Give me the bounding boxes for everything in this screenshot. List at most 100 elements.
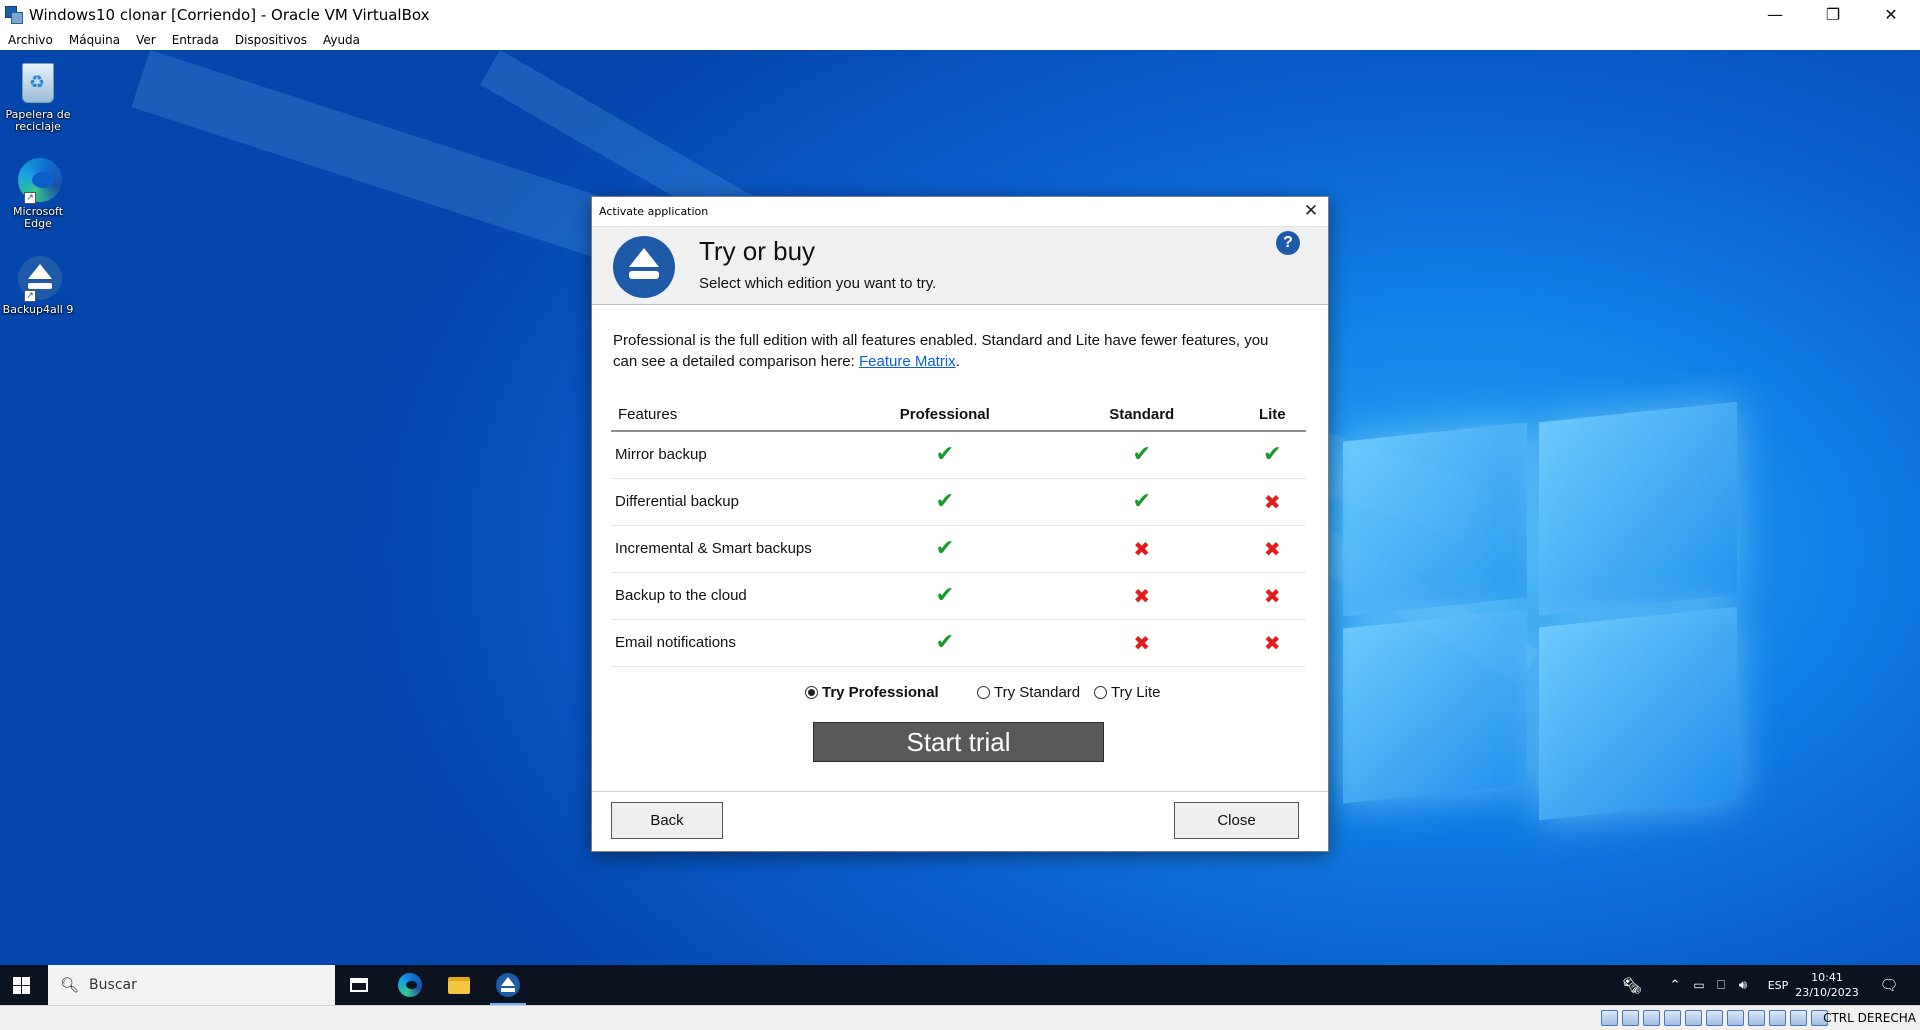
desktop-icon-label: Backup4all 9 bbox=[2, 303, 74, 316]
mouse-integration-icon[interactable] bbox=[1790, 1010, 1807, 1026]
display-icon[interactable] bbox=[1727, 1010, 1744, 1026]
table-row: Mirror backup ✔ ✔ ✔ bbox=[611, 431, 1306, 479]
search-placeholder: Buscar bbox=[89, 977, 137, 993]
features-table: Features Professional Standard Lite Mirr… bbox=[611, 398, 1306, 667]
check-icon: ✔ bbox=[1132, 489, 1151, 514]
start-windows-icon[interactable] bbox=[13, 977, 30, 994]
cell-lite: ✖ bbox=[1238, 572, 1306, 620]
minimize-icon[interactable]: — bbox=[1746, 0, 1804, 29]
table-row: Backup to the cloud ✔ ✖ ✖ bbox=[611, 572, 1306, 620]
hard-disk-icon[interactable] bbox=[1601, 1010, 1618, 1026]
cross-icon: ✖ bbox=[1133, 583, 1151, 608]
menu-entrada[interactable]: Entrada bbox=[172, 33, 219, 47]
clock-date: 23/10/2023 bbox=[1795, 986, 1859, 999]
file-explorer-icon[interactable] bbox=[435, 965, 483, 1005]
optical-drive-icon[interactable] bbox=[1622, 1010, 1639, 1026]
menu-archivo[interactable]: Archivo bbox=[8, 33, 53, 47]
cell-lite: ✖ bbox=[1238, 525, 1306, 573]
close-window-icon[interactable]: ✕ bbox=[1862, 0, 1920, 29]
menu-dispositivos[interactable]: Dispositivos bbox=[235, 33, 307, 47]
network-icon[interactable]: ⎕ bbox=[1712, 965, 1730, 1005]
network-adapter-icon[interactable] bbox=[1664, 1010, 1681, 1026]
desktop-icon-backup4all[interactable]: ↗ Backup4all 9 bbox=[1, 254, 75, 316]
volume-icon[interactable]: 🔊︎ bbox=[1733, 965, 1753, 1005]
cell-lite: ✔ bbox=[1238, 431, 1306, 479]
clock-time: 10:41 bbox=[1811, 971, 1843, 984]
restore-icon[interactable]: ❐ bbox=[1804, 0, 1862, 29]
language-text: ESP bbox=[1767, 978, 1789, 992]
window-controls: — ❐ ✕ bbox=[1746, 0, 1920, 29]
virtualbox-menubar: Archivo Máquina Ver Entrada Dispositivos… bbox=[0, 29, 1920, 50]
radio-empty-icon bbox=[977, 686, 990, 699]
cross-icon: ✖ bbox=[1263, 536, 1281, 561]
cell-professional: ✔ bbox=[844, 478, 1045, 526]
cell-lite: ✖ bbox=[1238, 478, 1306, 526]
audio-icon[interactable] bbox=[1643, 1010, 1660, 1026]
host-key-label: CTRL DERECHA bbox=[1823, 1011, 1916, 1025]
menu-maquina[interactable]: Máquina bbox=[69, 33, 120, 47]
desktop-icon-label: Papelera de reciclaje bbox=[5, 108, 71, 133]
cell-standard: ✔ bbox=[1044, 478, 1239, 526]
check-icon: ✔ bbox=[935, 583, 955, 608]
notifications-icon[interactable]: 🗨︎ bbox=[1874, 965, 1904, 1005]
feature-matrix-link[interactable]: Feature Matrix bbox=[859, 353, 956, 370]
language-indicator[interactable]: ESP bbox=[1764, 965, 1792, 1005]
virtualbox-statusbar: CTRL DERECHA bbox=[0, 1005, 1920, 1030]
backup4all-logo-icon bbox=[613, 236, 675, 298]
taskbar-search-box[interactable]: 🔍︎ Buscar bbox=[48, 965, 335, 1005]
search-icon: 🔍︎ bbox=[60, 976, 80, 994]
radio-label: Try Standard bbox=[994, 684, 1081, 701]
dialog-window-title: Activate application bbox=[599, 205, 709, 218]
edge-icon: ↗ bbox=[14, 156, 62, 204]
desktop-icon-recycle-bin[interactable]: Papelera de reciclaje bbox=[1, 59, 75, 133]
cell-standard: ✔ bbox=[1044, 431, 1239, 479]
taskbar-backup4all-icon[interactable] bbox=[484, 965, 532, 1005]
recording-icon[interactable] bbox=[1748, 1010, 1765, 1026]
task-view-icon[interactable] bbox=[335, 965, 383, 1005]
cross-icon: ✖ bbox=[1133, 630, 1151, 655]
taskbar-edge-icon[interactable] bbox=[386, 965, 434, 1005]
table-row: Email notifications ✔ ✖ ✖ bbox=[611, 619, 1306, 667]
news-widget-icon[interactable]: 🗞︎ bbox=[1618, 965, 1646, 1005]
feature-name: Email notifications bbox=[611, 619, 845, 667]
cross-icon: ✖ bbox=[1263, 583, 1281, 608]
start-trial-button[interactable]: Start trial bbox=[813, 722, 1104, 762]
menu-ayuda[interactable]: Ayuda bbox=[323, 33, 360, 47]
cross-icon: ✖ bbox=[1133, 536, 1151, 561]
feature-name: Backup to the cloud bbox=[611, 572, 845, 620]
cross-icon: ✖ bbox=[1263, 489, 1281, 514]
virtualbox-app-icon bbox=[3, 4, 25, 26]
radio-try-professional[interactable]: Try Professional bbox=[805, 684, 939, 701]
shortcut-arrow-icon: ↗ bbox=[24, 192, 36, 204]
radio-try-lite[interactable]: Try Lite bbox=[1094, 684, 1160, 701]
radio-try-standard[interactable]: Try Standard bbox=[977, 684, 1080, 701]
cell-lite: ✖ bbox=[1238, 619, 1306, 667]
header-standard: Standard bbox=[1044, 398, 1239, 432]
dialog-header: Try or buy Select which edition you want… bbox=[592, 226, 1328, 305]
cell-professional: ✔ bbox=[844, 619, 1045, 667]
dialog-close-icon[interactable]: ✕ bbox=[1300, 200, 1322, 222]
virtualbox-titlebar: Windows10 clonar [Corriendo] - Oracle VM… bbox=[0, 0, 1920, 29]
help-icon[interactable]: ? bbox=[1276, 231, 1300, 255]
radio-empty-icon bbox=[1094, 686, 1107, 699]
activate-application-dialog: Activate application ✕ Try or buy Select… bbox=[591, 196, 1329, 852]
cell-professional: ✔ bbox=[844, 572, 1045, 620]
system-clock[interactable]: 10:41 23/10/2023 bbox=[1792, 970, 1862, 1000]
shared-folders-icon[interactable] bbox=[1706, 1010, 1723, 1026]
back-button[interactable]: Back bbox=[611, 802, 723, 839]
chevron-up-icon[interactable]: ⌃ bbox=[1665, 965, 1685, 1005]
intro-text: Professional is the full edition with al… bbox=[613, 330, 1293, 372]
check-icon: ✔ bbox=[935, 442, 955, 468]
cpu-virtualization-icon[interactable] bbox=[1769, 1010, 1786, 1026]
menu-ver[interactable]: Ver bbox=[136, 33, 156, 47]
header-features: Features bbox=[611, 398, 845, 432]
feature-name: Mirror backup bbox=[611, 431, 845, 479]
usb-icon[interactable] bbox=[1685, 1010, 1702, 1026]
battery-icon[interactable]: ▭ bbox=[1690, 965, 1708, 1005]
check-icon: ✔ bbox=[935, 630, 955, 655]
check-icon: ✔ bbox=[935, 489, 955, 514]
close-button[interactable]: Close bbox=[1174, 802, 1299, 839]
desktop-icon-edge[interactable]: ↗ Microsoft Edge bbox=[1, 156, 75, 230]
dialog-titlebar: Activate application ✕ bbox=[592, 197, 1328, 226]
recycle-bin-icon bbox=[14, 59, 62, 107]
